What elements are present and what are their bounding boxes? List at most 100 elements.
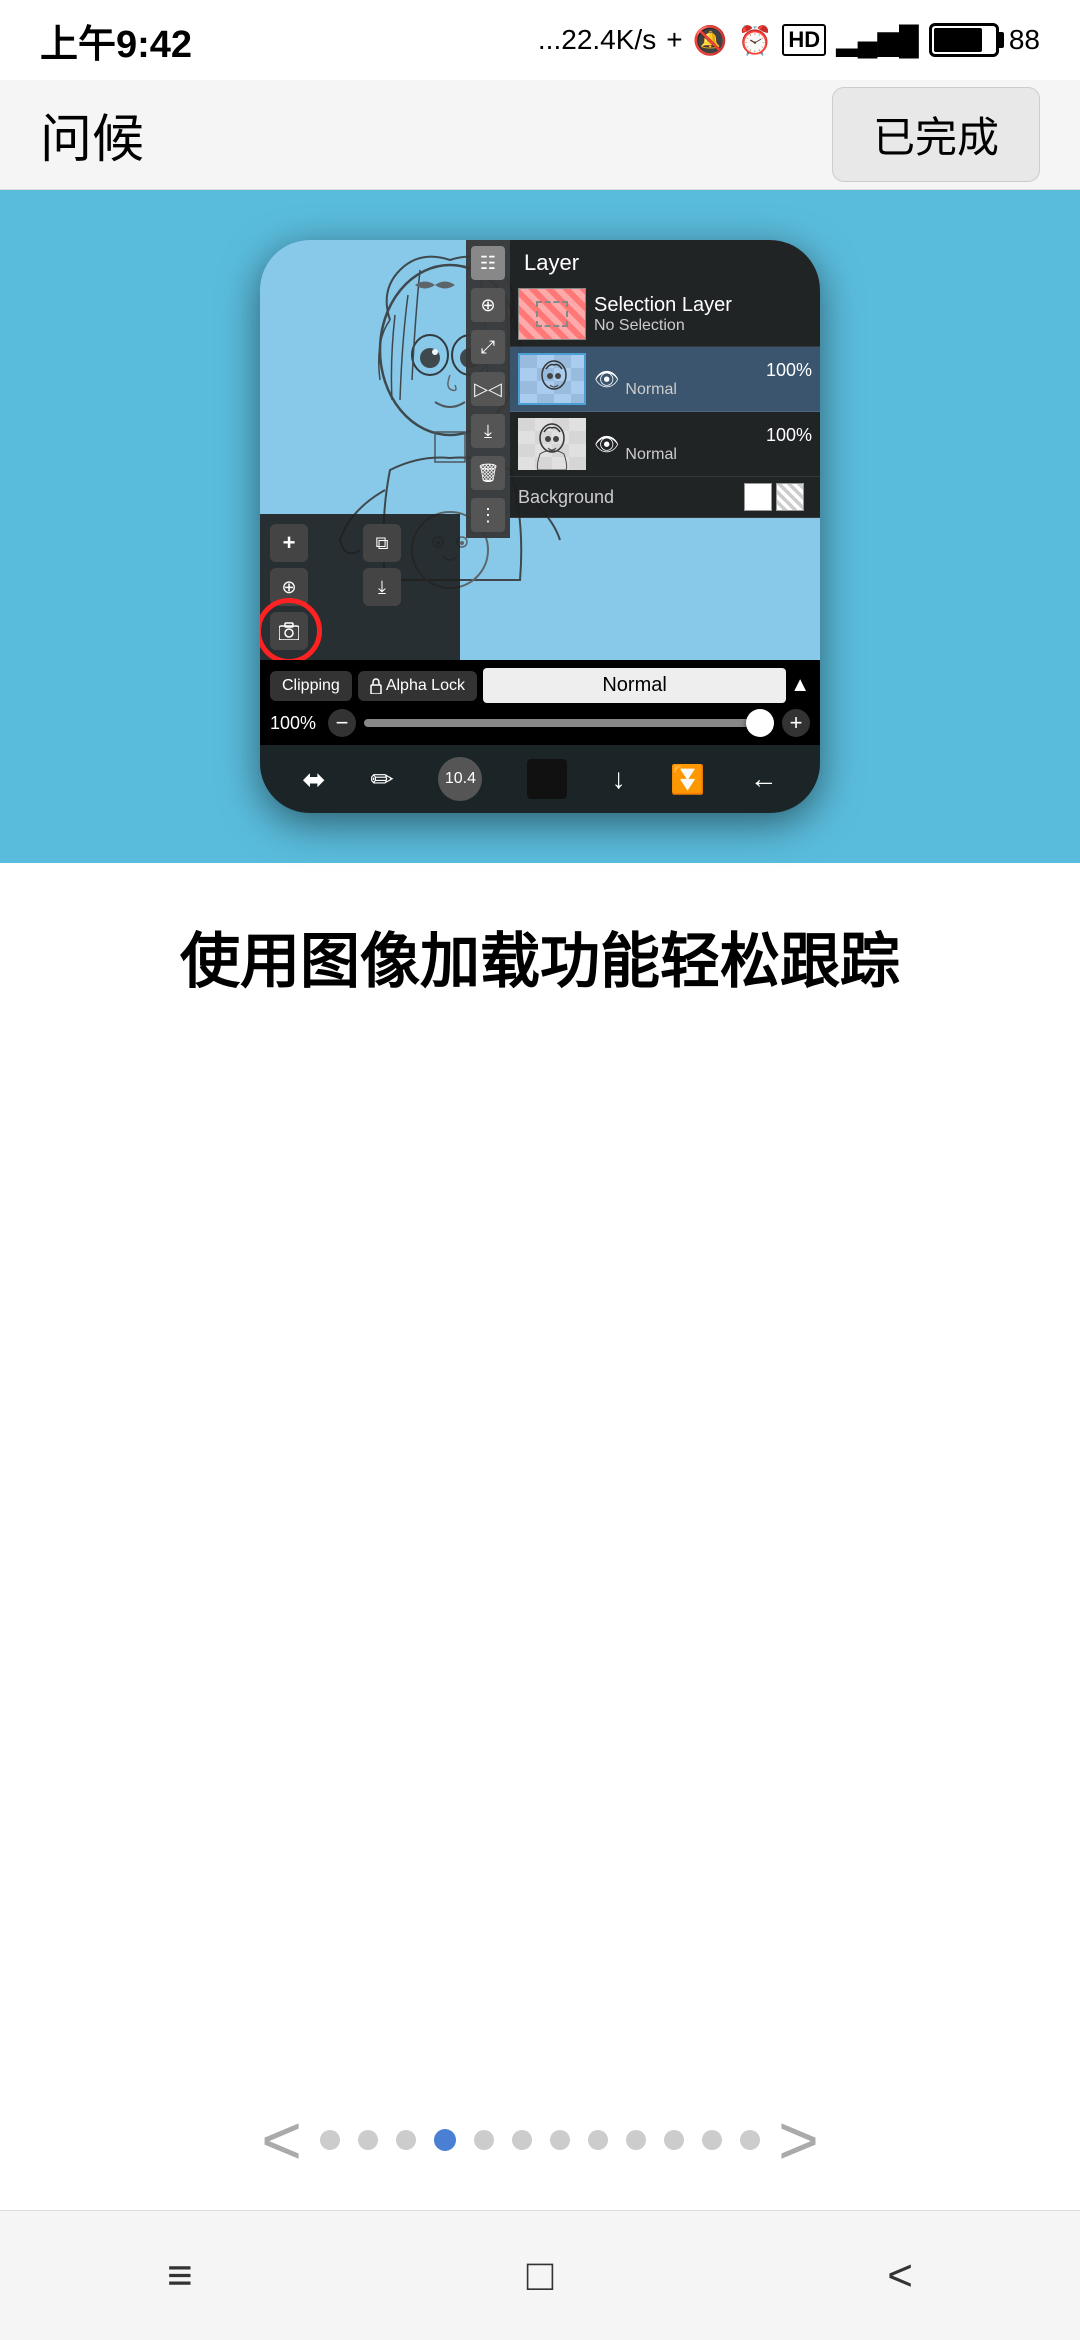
download-icon[interactable]: ↓ xyxy=(612,763,626,795)
opacity-decrease-button[interactable]: − xyxy=(328,709,356,737)
flip-horizontal-icon[interactable]: ▷◁ xyxy=(471,372,505,406)
bluetooth-icon: + xyxy=(666,24,682,56)
feature-heading: 使用图像加载功能轻松跟踪 xyxy=(100,863,980,1041)
phone-bottom-controls: Clipping Alpha Lock Normal ▲ xyxy=(260,660,820,745)
layer-2-opacity: 100% xyxy=(625,360,812,381)
panel-right-sidebar: ☷ ⊕ ⤢ ▷◁ ⤓ 🗑 ⋮ xyxy=(466,240,510,538)
pagination-dot-10[interactable] xyxy=(664,2130,684,2150)
canvas-area: Layer Selection Layer No Selection xyxy=(260,240,820,660)
network-speed: ...22.4K/s xyxy=(538,24,656,56)
back-arrow-icon[interactable]: ← xyxy=(750,763,778,795)
menu-icon[interactable]: ≡ xyxy=(167,2251,193,2301)
layer-2-thumb xyxy=(518,353,586,405)
prev-page-button[interactable]: < xyxy=(261,2100,302,2180)
more-options-icon[interactable]: ⋮ xyxy=(471,498,505,532)
layer-1-thumb-svg xyxy=(518,418,586,470)
no-selection-label: No Selection xyxy=(594,317,812,335)
status-icons: ...22.4K/s + 🔕 ⏰ HD ▂▄▆█ 88 xyxy=(538,23,1040,57)
pagination-dot-3[interactable] xyxy=(396,2130,416,2150)
opacity-increase-button[interactable]: + xyxy=(782,709,810,737)
done-button[interactable]: 已完成 xyxy=(832,87,1040,182)
brush-size-badge[interactable]: 10.4 xyxy=(438,757,482,801)
main-content: Layer Selection Layer No Selection xyxy=(0,190,1080,1541)
duplicate-layer-button[interactable]: ⧉ xyxy=(363,524,401,562)
top-bar: 问候 已完成 xyxy=(0,80,1080,190)
layer-actions-area: + ⧉ ⊕ ⤓ xyxy=(260,514,460,660)
selection-layer-thumb xyxy=(518,288,586,340)
pagination-dot-1[interactable] xyxy=(320,2130,340,2150)
hd-icon: HD xyxy=(782,24,826,56)
move-icon[interactable]: ⤢ xyxy=(471,330,505,364)
add-layer-button[interactable]: + xyxy=(270,524,308,562)
pagination-dot-9[interactable] xyxy=(626,2130,646,2150)
pagination-dot-6[interactable] xyxy=(512,2130,532,2150)
pagination-dot-8[interactable] xyxy=(588,2130,608,2150)
blend-mode-selector[interactable]: Normal xyxy=(483,668,786,703)
pagination-dot-12[interactable] xyxy=(740,2130,760,2150)
layer-1-info: 100% Normal xyxy=(625,425,812,464)
layer-2-info: 100% Normal xyxy=(625,360,812,399)
layer-2-eye-icon[interactable]: 👁 xyxy=(594,367,619,392)
no-selection-indicator xyxy=(536,301,568,327)
delete-layer-icon[interactable]: 🗑 xyxy=(471,456,505,490)
lock-icon xyxy=(370,678,382,694)
layer-2-mode: Normal xyxy=(625,381,812,399)
layer-1-row[interactable]: 👁 100% Normal xyxy=(510,412,820,477)
copy-layers-icon[interactable]: ⊕ xyxy=(471,288,505,322)
empty-slot xyxy=(363,612,401,650)
pagination-dot-4[interactable] xyxy=(434,2129,456,2151)
alpha-lock-label: Alpha Lock xyxy=(386,677,465,695)
home-icon[interactable]: □ xyxy=(527,2251,554,2301)
checkerboard-icon[interactable]: ☷ xyxy=(471,246,505,280)
pagination-dot-5[interactable] xyxy=(474,2130,494,2150)
opacity-slider[interactable] xyxy=(364,719,774,727)
pagination-dot-2[interactable] xyxy=(358,2130,378,2150)
signal-icon: ▂▄▆█ xyxy=(836,24,919,57)
battery-fill xyxy=(934,28,982,52)
bg-colors xyxy=(744,483,804,511)
bottom-nav: ≡ □ < xyxy=(0,2210,1080,2340)
color-swatch[interactable] xyxy=(527,759,567,799)
camera-container xyxy=(270,612,357,650)
tool-row: ⬌ ✏ 10.4 ↓ ⏬ ← xyxy=(260,745,820,813)
layer-1-opacity: 100% xyxy=(625,425,812,446)
battery-icon xyxy=(929,23,999,57)
camera-icon xyxy=(279,622,299,640)
background-row[interactable]: Background xyxy=(510,477,820,518)
opacity-slider-thumb xyxy=(746,709,774,737)
alarm-icon: ⏰ xyxy=(737,24,772,57)
merge-down-icon[interactable]: ⤓ xyxy=(471,414,505,448)
bg-white-swatch xyxy=(744,483,772,511)
bg-checker-swatch xyxy=(776,483,804,511)
merge-layers-button[interactable]: ⤓ xyxy=(363,568,401,606)
battery-percent: 88 xyxy=(1009,24,1040,56)
opacity-row: 100% − + xyxy=(270,709,810,737)
content-spacer xyxy=(0,1041,1080,1541)
group-layers-button[interactable]: ⊕ xyxy=(270,568,308,606)
selection-layer-row[interactable]: Selection Layer No Selection xyxy=(510,282,820,347)
layer-1-thumb xyxy=(518,418,586,470)
back-nav-icon[interactable]: < xyxy=(887,2251,913,2301)
pagination-dot-11[interactable] xyxy=(702,2130,722,2150)
layer-panel-title: Layer xyxy=(510,240,820,282)
selection-layer-name: Selection Layer xyxy=(594,294,812,317)
layer-2-row[interactable]: 👁 100% Normal xyxy=(510,347,820,412)
phone-screen: Layer Selection Layer No Selection xyxy=(260,240,820,813)
transform-tool-icon[interactable]: ⬌ xyxy=(302,763,325,796)
next-page-button[interactable]: > xyxy=(778,2100,819,2180)
pagination-row: < > xyxy=(0,2100,1080,2180)
background-label: Background xyxy=(518,487,744,508)
selection-layer-info: Selection Layer No Selection xyxy=(594,294,812,335)
pagination-dots xyxy=(320,2129,760,2151)
layer-1-eye-icon[interactable]: 👁 xyxy=(594,432,619,457)
alpha-lock-button[interactable]: Alpha Lock xyxy=(358,671,477,701)
pagination-dot-7[interactable] xyxy=(550,2130,570,2150)
import-image-button[interactable] xyxy=(270,612,308,650)
double-download-icon[interactable]: ⏬ xyxy=(670,763,705,796)
layer-panel-overlay: Layer Selection Layer No Selection xyxy=(510,240,820,518)
brush-tool-icon[interactable]: ✏ xyxy=(370,763,393,796)
mute-icon: 🔕 xyxy=(693,24,728,57)
screenshot-container: Layer Selection Layer No Selection xyxy=(0,190,1080,863)
blend-arrow-icon[interactable]: ▲ xyxy=(790,674,810,697)
clipping-button[interactable]: Clipping xyxy=(270,671,352,701)
